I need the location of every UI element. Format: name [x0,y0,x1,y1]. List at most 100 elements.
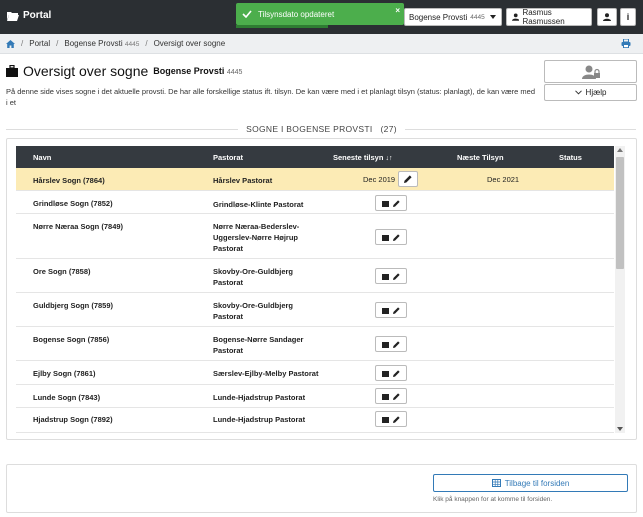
table-row[interactable]: Lunde Sogn (7843) Lunde-Hjadstrup Pastor… [16,385,614,408]
section-count: (27) [376,124,401,134]
parish-name[interactable]: Nørre Næraa Sogn (7849) [33,222,123,231]
scroll-down-icon[interactable] [617,427,623,431]
breadcrumb-separator: / [145,39,148,48]
column-header-naeste-tilsyn[interactable]: Næste Tilsyn [457,153,504,162]
pencil-icon [393,369,400,377]
seneste-tilsyn-date: Dec 2019 [363,175,396,184]
set-date-button[interactable] [375,229,407,245]
profile-button[interactable] [597,8,617,26]
user-icon [603,13,611,21]
parish-name[interactable]: Lunde Sogn (7843) [33,393,100,402]
table-row[interactable]: Guldbjerg Sogn (7859) Skovby-Ore-Guldbje… [16,293,614,327]
breadcrumb-provsti-label: Bogense Provsti [64,39,123,48]
close-icon[interactable]: × [395,6,400,15]
table-row[interactable]: Hjadstrup Sogn (7892) Lunde-Hjadstrup Pa… [16,408,614,433]
provsti-select[interactable]: Bogense Provsti 4445 [404,8,502,26]
parish-name[interactable]: Hårslev Sogn (7864) [33,176,105,185]
scrollbar-thumb[interactable] [616,157,624,269]
pencil-icon [393,199,400,207]
sogne-table-panel: Navn Pastorat Seneste tilsyn ↓↑ Næste Ti… [6,138,637,440]
pastorat-line: Pastorat [213,244,244,253]
pastorat-name: Grindløse-Klinte Pastorat [213,200,304,209]
parish-name[interactable]: Hjadstrup Sogn (7892) [33,415,113,424]
parish-name[interactable]: Guldbjerg Sogn (7859) [33,301,113,310]
user-button[interactable]: Rasmus Rasmussen [506,8,592,26]
page-subtitle-text: Bogense Provsti [153,66,225,76]
breadcrumb-item-portal[interactable]: Portal [29,39,50,48]
info-button[interactable]: i [620,8,636,26]
user-lock-icon [581,65,600,79]
column-header-pastorat[interactable]: Pastorat [213,153,243,162]
table-row[interactable]: Ore Sogn (7858) Skovby-Ore-Guldbjerg Pas… [16,259,614,293]
back-to-home-button[interactable]: Tilbage til forsiden [433,474,628,492]
set-date-button[interactable] [375,302,407,318]
breadcrumb-provsti-number: 4445 [124,41,140,48]
table-row[interactable]: Bogense Sogn (7856) Bogense-Nørre Sandag… [16,327,614,361]
breadcrumb-separator: / [21,39,24,48]
print-icon[interactable] [621,39,631,48]
page-subtitle-number: 4445 [226,69,243,76]
section-heading-text: SOGNE I BOGENSE PROVSTI [242,124,377,134]
folder-open-icon [7,11,19,21]
breadcrumb-item-provsti[interactable]: Bogense Provsti 4445 [64,39,139,48]
set-date-button[interactable] [375,268,407,284]
breadcrumb: / Portal / Bogense Provsti 4445 / Oversi… [0,34,643,54]
breadcrumb-item-current: Oversigt over sogne [153,39,226,48]
calendar-icon [382,370,389,377]
pastorat-name: Nørre Næraa-Bederslev- Uggerslev-Nørre H… [213,221,299,254]
set-date-button[interactable] [375,388,407,404]
table-body: Hårslev Sogn (7864) Hårslev Pastorat Dec… [16,168,614,433]
section-heading: SOGNE I BOGENSE PROVSTI (27) [0,124,643,134]
back-hint-text: Klik på knappen for at komme til forside… [433,496,553,503]
info-icon: i [626,12,630,22]
pastorat-name: Skovby-Ore-Guldbjerg Pastorat [213,300,293,322]
pencil-icon [393,272,400,280]
calendar-icon [382,234,389,241]
set-date-button[interactable] [375,365,407,381]
pastorat-line: Pastorat [213,312,244,321]
help-button[interactable]: Hjælp [544,84,637,101]
column-header-seneste-label: Seneste tilsyn [333,153,384,162]
column-header-status[interactable]: Status [559,153,582,162]
caret-down-icon [490,15,496,19]
edit-date-button[interactable] [398,171,418,187]
scroll-up-icon[interactable] [617,148,623,152]
user-icon [512,13,520,21]
brand-label: Portal [23,10,52,21]
pencil-icon [393,233,400,241]
table-row[interactable]: Hårslev Sogn (7864) Hårslev Pastorat Dec… [16,168,614,191]
pastorat-line: Uggerslev-Nørre Højrup [213,233,299,242]
pastorat-name: Lunde-Hjadstrup Pastorat [213,393,306,402]
pastorat-name: Bogense-Nørre Sandager Pastorat [213,334,303,356]
locked-user-button[interactable] [544,60,637,83]
sort-icon: ↓↑ [385,155,393,162]
pastorat-line: Skovby-Ore-Guldbjerg [213,301,294,310]
table-row[interactable]: Grindløse Sogn (7852) Grindløse-Klinte P… [16,191,614,214]
page-subtitle: Bogense Provsti 4445 [153,66,242,76]
parish-name[interactable]: Ore Sogn (7858) [33,267,91,276]
footer-panel: Tilbage til forsiden Klik på knappen for… [6,464,637,513]
pastorat-line: Skovby-Ore-Guldbjerg [213,267,294,276]
parish-name[interactable]: Grindløse Sogn (7852) [33,199,113,208]
column-header-seneste-tilsyn[interactable]: Seneste tilsyn ↓↑ [333,153,393,162]
set-date-button[interactable] [375,195,407,211]
breadcrumb-separator: / [56,39,59,48]
set-date-button[interactable] [375,411,407,427]
provsti-select-value: Bogense Provsti [409,12,468,22]
parish-name[interactable]: Bogense Sogn (7856) [33,335,109,344]
success-toast: Tilsynsdato opdateret × [236,3,404,28]
set-date-button[interactable] [375,336,407,352]
provsti-select-number: 4445 [470,13,485,21]
home-icon[interactable] [6,39,15,48]
table-row[interactable]: Nørre Næraa Sogn (7849) Nørre Næraa-Bede… [16,214,614,259]
pastorat-line: Bogense-Nørre Sandager [213,335,304,344]
parish-name[interactable]: Ejlby Sogn (7861) [33,369,96,378]
pastorat-line: Pastorat [213,346,244,355]
check-icon [242,10,252,18]
table-scrollbar[interactable] [615,146,625,433]
column-header-navn[interactable]: Navn [33,153,51,162]
calendar-icon [382,341,389,348]
pastorat-name: Hårslev Pastorat [213,176,273,185]
table-row[interactable]: Ejlby Sogn (7861) Særslev-Ejlby-Melby Pa… [16,361,614,385]
portal-brand[interactable]: Portal [7,10,51,21]
